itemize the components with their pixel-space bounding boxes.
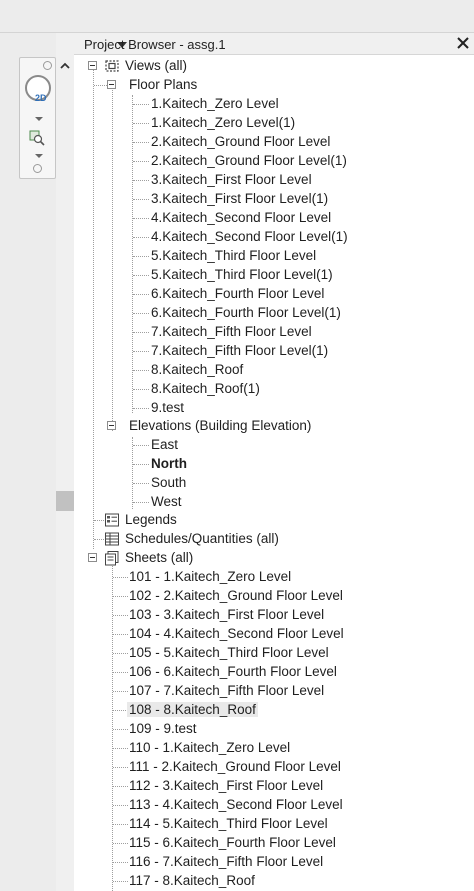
floor-plan-item[interactable]: 4.Kaitech_Second Floor Level(1) — [74, 228, 474, 247]
collapse-icon[interactable] — [107, 80, 116, 89]
sheet-item[interactable]: 102 - 2.Kaitech_Ground Floor Level — [74, 587, 474, 606]
sheet-item-selected[interactable]: 108 - 8.Kaitech_Roof — [74, 701, 474, 720]
tree-node-elevations[interactable]: Elevations (Building Elevation) — [74, 417, 474, 436]
chevron-down-icon[interactable] — [35, 154, 43, 158]
tree-node-schedules[interactable]: Schedules/Quantities (all) — [74, 530, 474, 549]
close-nav-bar-icon[interactable] — [43, 61, 52, 70]
steering-wheel-2d-label: 2D — [35, 93, 47, 103]
sheet-item[interactable]: 105 - 5.Kaitech_Third Floor Level — [74, 644, 474, 663]
floor-plan-item[interactable]: 2.Kaitech_Ground Floor Level(1) — [74, 152, 474, 171]
collapse-icon[interactable] — [107, 421, 116, 430]
floor-plan-item[interactable]: 6.Kaitech_Fourth Floor Level — [74, 285, 474, 304]
sheet-item[interactable]: 116 - 7.Kaitech_Fifth Floor Level — [74, 853, 474, 872]
sheet-item[interactable]: 111 - 2.Kaitech_Ground Floor Level — [74, 758, 474, 777]
sheet-item[interactable]: 113 - 4.Kaitech_Second Floor Level — [74, 796, 474, 815]
tree-node-sheets[interactable]: Sheets (all) — [74, 549, 474, 568]
top-strip — [0, 0, 474, 33]
customize-nav-bar-icon[interactable] — [33, 164, 42, 173]
elevation-item-active[interactable]: North — [74, 455, 474, 474]
elevation-item[interactable]: South — [74, 474, 474, 493]
sheet-item[interactable]: 115 - 6.Kaitech_Fourth Floor Level — [74, 834, 474, 853]
vertical-scrollbar[interactable] — [56, 54, 74, 891]
floor-plan-item[interactable]: 1.Kaitech_Zero Level(1) — [74, 114, 474, 133]
sheets-icon — [105, 551, 119, 566]
sheet-item[interactable]: 112 - 3.Kaitech_First Floor Level — [74, 777, 474, 796]
project-browser-title: Project Browser - assg.1 — [84, 37, 226, 52]
chevron-down-icon[interactable] — [35, 117, 43, 121]
schedules-icon — [105, 532, 119, 546]
project-browser-tree: Views (all) Floor Plans 1.Kaitech_Zero L… — [74, 55, 474, 891]
collapse-icon[interactable] — [88, 553, 97, 562]
views-icon — [105, 60, 119, 72]
tree-node-legends[interactable]: Legends — [74, 511, 474, 530]
navigation-bar: 2D — [19, 57, 56, 179]
sheet-item[interactable]: 117 - 8.Kaitech_Roof — [74, 872, 474, 891]
elevation-item[interactable]: East — [74, 436, 474, 455]
floor-plan-item[interactable]: 8.Kaitech_Roof — [74, 361, 474, 380]
floor-plan-item[interactable]: 9.test — [74, 399, 474, 418]
sheet-item[interactable]: 106 - 6.Kaitech_Fourth Floor Level — [74, 663, 474, 682]
floor-plan-item[interactable]: 5.Kaitech_Third Floor Level — [74, 247, 474, 266]
elevation-item[interactable]: West — [74, 493, 474, 512]
floor-plan-item[interactable]: 6.Kaitech_Fourth Floor Level(1) — [74, 304, 474, 323]
sheet-item[interactable]: 107 - 7.Kaitech_Fifth Floor Level — [74, 682, 474, 701]
sheet-item[interactable]: 114 - 5.Kaitech_Third Floor Level — [74, 815, 474, 834]
sheet-item[interactable]: 103 - 3.Kaitech_First Floor Level — [74, 606, 474, 625]
tree-node-views[interactable]: Views (all) — [74, 57, 474, 76]
floor-plan-item[interactable]: 1.Kaitech_Zero Level — [74, 95, 474, 114]
sheet-item[interactable]: 110 - 1.Kaitech_Zero Level — [74, 739, 474, 758]
collapse-icon[interactable] — [88, 61, 97, 70]
close-icon[interactable] — [455, 35, 471, 51]
zoom-region-icon[interactable] — [29, 130, 45, 146]
scrollbar-thumb[interactable] — [56, 491, 74, 511]
floor-plan-item[interactable]: 3.Kaitech_First Floor Level(1) — [74, 190, 474, 209]
scroll-up-icon[interactable] — [58, 60, 72, 72]
floor-plan-item[interactable]: 7.Kaitech_Fifth Floor Level — [74, 323, 474, 342]
floor-plan-item[interactable]: 2.Kaitech_Ground Floor Level — [74, 133, 474, 152]
tree-node-floor-plans[interactable]: Floor Plans — [74, 76, 474, 95]
floor-plan-item[interactable]: 8.Kaitech_Roof(1) — [74, 380, 474, 399]
floor-plan-item[interactable]: 7.Kaitech_Fifth Floor Level(1) — [74, 342, 474, 361]
legends-icon — [105, 513, 119, 527]
sheet-item[interactable]: 101 - 1.Kaitech_Zero Level — [74, 568, 474, 587]
floor-plan-item[interactable]: 4.Kaitech_Second Floor Level — [74, 209, 474, 228]
floor-plan-item[interactable]: 3.Kaitech_First Floor Level — [74, 171, 474, 190]
sheet-item[interactable]: 104 - 4.Kaitech_Second Floor Level — [74, 625, 474, 644]
sheet-item[interactable]: 109 - 9.test — [74, 720, 474, 739]
floor-plan-item[interactable]: 5.Kaitech_Third Floor Level(1) — [74, 266, 474, 285]
